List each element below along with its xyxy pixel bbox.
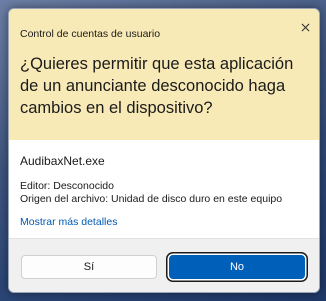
dialog-caption: Control de cuentas de usuario: [20, 28, 161, 40]
yes-button[interactable]: Sí: [21, 255, 157, 279]
no-button[interactable]: No: [169, 255, 305, 279]
show-details-link[interactable]: Mostrar más detalles: [20, 216, 117, 228]
close-icon: [301, 23, 309, 31]
dialog-header: Control de cuentas de usuario ¿Quieres p…: [9, 9, 319, 140]
dialog-question: ¿Quieres permitir que esta aplicación de…: [20, 55, 294, 117]
close-button[interactable]: [295, 18, 315, 36]
file-origin-text: Origen del archivo: Unidad de disco duro…: [20, 193, 283, 205]
dialog-footer: Sí No: [9, 238, 319, 292]
app-name: AudibaxNet.exe: [20, 154, 105, 168]
publisher-text: Editor: Desconocido: [20, 180, 114, 192]
uac-dialog: Control de cuentas de usuario ¿Quieres p…: [8, 8, 320, 293]
